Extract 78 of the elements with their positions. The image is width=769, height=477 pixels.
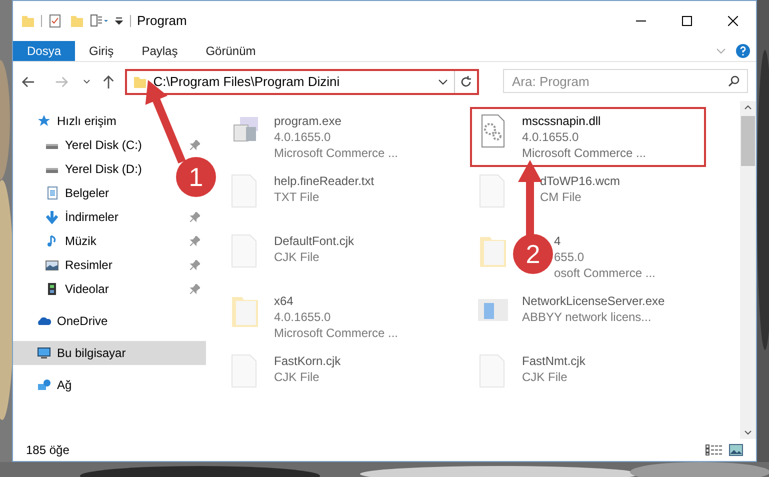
sidebar-item[interactable]: Hızlı erişim	[13, 109, 122, 133]
file-name: x64	[274, 293, 294, 309]
file-detail: 655.0	[554, 249, 586, 265]
file-detail: CJK File	[274, 369, 320, 385]
chevron-down-icon[interactable]	[438, 78, 448, 84]
sidebar-item[interactable]: Bu bilgisayar	[13, 341, 206, 365]
file-name: mscssnapin.dll	[522, 113, 602, 129]
monitor-icon	[37, 346, 51, 360]
file-name: program.exe	[274, 113, 342, 129]
sidebar-item[interactable]: Yerel Disk (D:)	[13, 157, 148, 181]
image-icon	[45, 258, 59, 272]
file-name: FastNmt.cjk	[522, 353, 586, 369]
folder-icon	[133, 74, 148, 88]
scrollbar[interactable]	[740, 101, 756, 439]
back-arrow-icon[interactable]	[21, 74, 36, 88]
sidebar-item[interactable]: Resimler	[13, 253, 118, 277]
file-detail: Microsoft Commerce ...	[274, 325, 398, 341]
file-name: help.fineReader.txt	[274, 173, 374, 189]
close-icon	[728, 16, 738, 26]
document-icon	[45, 186, 59, 200]
file-detail: TXT File	[274, 189, 320, 205]
sidebar-item[interactable]: İndirmeler	[13, 205, 124, 229]
item-count: 185 öğe	[26, 442, 70, 459]
chevron-down-icon[interactable]	[82, 78, 90, 84]
checklist-icon[interactable]	[48, 14, 62, 28]
details-view-icon[interactable]	[705, 444, 723, 456]
film-icon	[45, 282, 59, 296]
star-icon	[37, 114, 51, 128]
ribbon-tab[interactable]: Paylaş	[128, 41, 192, 61]
refresh-icon[interactable]	[460, 76, 472, 88]
pin-icon[interactable]	[190, 236, 200, 246]
file-name: DefaultFont.cjk	[274, 233, 354, 249]
sidebar-item[interactable]: Müzik	[13, 229, 102, 253]
file-detail: Microsoft Commerce ...	[522, 145, 646, 161]
image-view-icon[interactable]	[729, 444, 743, 456]
file-detail: 4.0.1655.0	[522, 129, 580, 145]
maximize-icon	[682, 16, 692, 26]
sidebar-item[interactable]: OneDrive	[13, 309, 114, 333]
search-icon	[728, 75, 740, 88]
file-detail: Microsoft Commerce ...	[274, 145, 398, 161]
search-field[interactable]: Ara: Program	[503, 69, 748, 94]
callout-badge	[513, 234, 553, 274]
file-detail: CM File	[540, 189, 582, 205]
callout-number: 1	[188, 162, 204, 192]
file-detail: CJK File	[274, 249, 320, 265]
sidebar-item[interactable]: Belgeler	[13, 181, 116, 205]
file-detail: osoft Commerce ...	[554, 265, 656, 281]
file-detail: 4.0.1655.0	[274, 129, 332, 145]
file-detail: 4.0.1655.0	[274, 309, 332, 325]
ribbon-tab[interactable]: Görünüm	[192, 41, 270, 61]
help-icon[interactable]	[736, 44, 750, 58]
scroll-thumb[interactable]	[741, 116, 755, 166]
down-arrow-icon	[45, 210, 59, 224]
pin-icon[interactable]	[190, 212, 200, 222]
network-icon	[37, 378, 51, 392]
callout-badge	[176, 157, 216, 197]
up-arrow-icon[interactable]	[102, 74, 116, 90]
callout-number: 2	[526, 239, 540, 269]
file-detail: CJK File	[522, 369, 568, 385]
sidebar-item[interactable]: Yerel Disk (C:)	[13, 133, 148, 157]
pin-icon[interactable]	[190, 140, 200, 150]
file-name: dToWP16.wcm	[540, 173, 620, 189]
address-field[interactable]: C:\Program Files\Program Dizini	[125, 68, 479, 94]
scroll-down-icon[interactable]	[744, 430, 752, 435]
properties-icon[interactable]	[90, 14, 110, 28]
pin-icon[interactable]	[190, 284, 200, 294]
file-name: FastKorn.cjk	[274, 353, 341, 369]
ribbon-tab[interactable]: Giriş	[75, 41, 128, 61]
ribbon-tab[interactable]: Dosya	[13, 41, 76, 61]
sidebar-item[interactable]: Ağ	[13, 373, 78, 397]
scroll-up-icon[interactable]	[744, 105, 752, 110]
window-title: Program	[137, 12, 187, 30]
pin-icon[interactable]	[190, 260, 200, 270]
file-name: NetworkLicenseServer.exe	[522, 293, 665, 309]
address-path: C:\Program Files\Program Dizini	[153, 72, 340, 91]
file-name: 4	[554, 233, 562, 249]
sidebar-item[interactable]: Videolar	[13, 277, 115, 301]
file-detail: ABBYY network licens...	[522, 309, 652, 325]
